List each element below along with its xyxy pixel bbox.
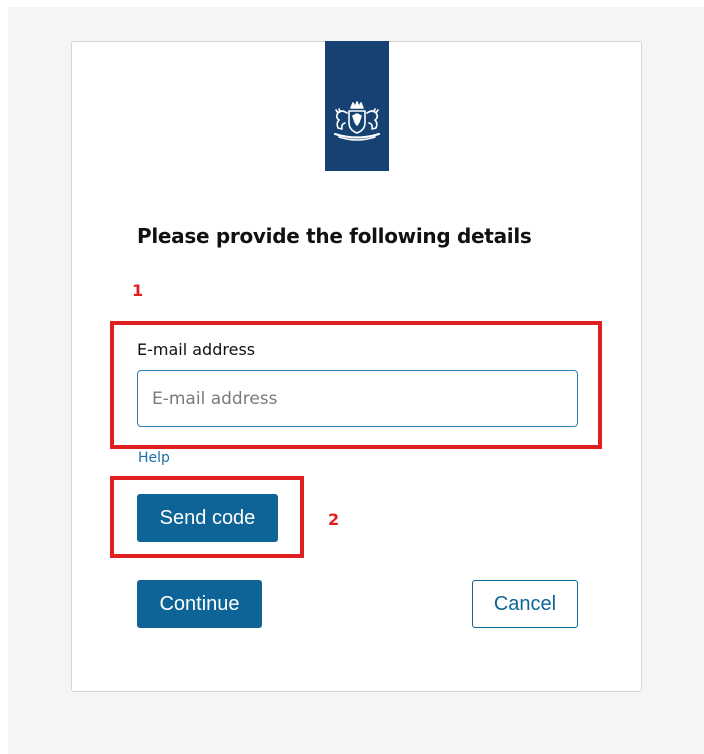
email-field[interactable] (137, 370, 578, 427)
government-logo (325, 41, 389, 171)
annotation-marker-2: 2 (328, 510, 340, 529)
help-link[interactable]: Help (138, 450, 170, 466)
cancel-button[interactable]: Cancel (472, 580, 578, 628)
coat-of-arms-icon (333, 101, 381, 141)
annotation-marker-1: 1 (132, 281, 144, 300)
send-code-button[interactable]: Send code (137, 494, 278, 542)
email-label: E-mail address (137, 340, 256, 359)
page-title: Please provide the following details (137, 224, 532, 248)
continue-button[interactable]: Continue (137, 580, 262, 628)
